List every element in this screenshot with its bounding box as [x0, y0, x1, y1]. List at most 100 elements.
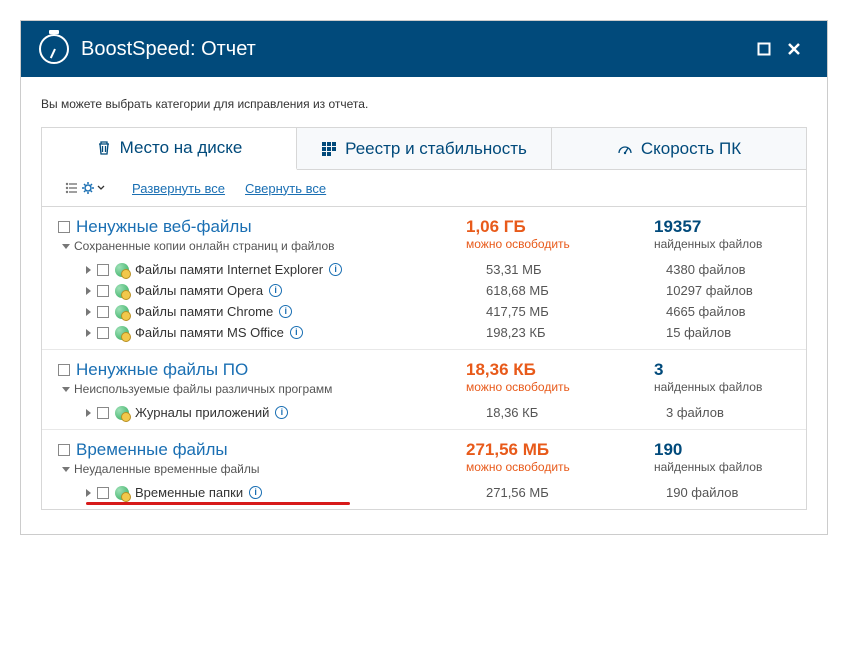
- tab-label: Скорость ПК: [641, 139, 741, 159]
- item-name: Файлы памяти Internet Explorer: [135, 262, 323, 277]
- item-checkbox[interactable]: [97, 285, 109, 297]
- tab-disk-space[interactable]: Место на диске: [42, 128, 297, 170]
- item-size: 53,31 МБ: [486, 262, 666, 277]
- info-icon[interactable]: i: [279, 305, 292, 318]
- item-count: 15 файлов: [666, 325, 790, 340]
- category-checkbox[interactable]: [58, 444, 70, 456]
- globe-icon: [115, 406, 129, 420]
- item-name: Временные папки: [135, 485, 243, 500]
- close-button[interactable]: [779, 34, 809, 64]
- info-icon[interactable]: i: [290, 326, 303, 339]
- expand-all-link[interactable]: Развернуть все: [132, 181, 225, 196]
- size-label: можно освободить: [466, 380, 646, 394]
- item-size: 618,68 МБ: [486, 283, 666, 298]
- item-checkbox[interactable]: [97, 306, 109, 318]
- maximize-icon: [757, 42, 771, 56]
- report-panel: Место на диске Реестр и стабильность Ско…: [41, 127, 807, 510]
- item-checkbox[interactable]: [97, 487, 109, 499]
- trash-icon: [96, 140, 112, 156]
- category-title[interactable]: Ненужные веб-файлы: [76, 217, 252, 237]
- category-title[interactable]: Временные файлы: [76, 440, 228, 460]
- category-items: Журналы приложений i 18,36 КБ3 файлов: [58, 402, 790, 423]
- list-icon: [65, 181, 79, 195]
- chevron-right-icon[interactable]: [86, 489, 91, 497]
- tab-speed[interactable]: Скорость ПК: [552, 128, 806, 169]
- category-items: Временные папки i 271,56 МБ190 файлов: [58, 482, 790, 503]
- category-title[interactable]: Ненужные файлы ПО: [76, 360, 248, 380]
- info-icon[interactable]: i: [249, 486, 262, 499]
- size-label: можно освободить: [466, 460, 646, 474]
- item-checkbox[interactable]: [97, 327, 109, 339]
- item-size: 198,23 КБ: [486, 325, 666, 340]
- count-label: найденных файлов: [654, 460, 790, 474]
- item-name: Журналы приложений: [135, 405, 269, 420]
- item-size: 271,56 МБ: [486, 485, 666, 500]
- maximize-button[interactable]: [749, 34, 779, 64]
- item-count: 4380 файлов: [666, 262, 790, 277]
- globe-icon: [115, 284, 129, 298]
- info-icon[interactable]: i: [275, 406, 288, 419]
- category-size: 271,56 МБ: [466, 440, 646, 460]
- globe-icon: [115, 263, 129, 277]
- item-size: 417,75 МБ: [486, 304, 666, 319]
- category-count: 19357: [654, 217, 790, 237]
- chevron-down-icon[interactable]: [62, 244, 70, 249]
- item-checkbox[interactable]: [97, 407, 109, 419]
- grid-icon: [321, 141, 337, 157]
- item-count: 4665 файлов: [666, 304, 790, 319]
- list-item: Файлы памяти Operai618,68 МБ10297 файлов: [58, 280, 790, 301]
- gauge-icon: [617, 141, 633, 157]
- categories-list: Ненужные веб-файлы Сохраненные копии онла…: [42, 207, 806, 509]
- tab-label: Реестр и стабильность: [345, 139, 527, 159]
- item-count: 190 файлов: [666, 485, 790, 500]
- category-checkbox[interactable]: [58, 364, 70, 376]
- category-count: 3: [654, 360, 790, 380]
- size-label: можно освободить: [466, 237, 646, 251]
- tab-bar: Место на диске Реестр и стабильность Ско…: [42, 128, 806, 170]
- tab-label: Место на диске: [120, 138, 243, 158]
- item-count: 3 файлов: [666, 405, 790, 420]
- globe-icon: [115, 486, 129, 500]
- stopwatch-icon: [39, 34, 69, 64]
- chevron-right-icon[interactable]: [86, 266, 91, 274]
- list-item: Журналы приложений i 18,36 КБ3 файлов: [58, 402, 790, 423]
- category-block: Ненужные файлы ПО Неиспользуемые файлы ра…: [42, 349, 806, 429]
- window-title: BoostSpeed: Отчет: [81, 38, 749, 61]
- app-window: BoostSpeed: Отчет Вы можете выбрать кате…: [20, 20, 828, 535]
- close-icon: [787, 42, 801, 56]
- tab-registry[interactable]: Реестр и стабильность: [297, 128, 552, 169]
- list-item: Файлы памяти Chromei417,75 МБ4665 файлов: [58, 301, 790, 322]
- info-icon[interactable]: i: [269, 284, 282, 297]
- category-checkbox[interactable]: [58, 221, 70, 233]
- chevron-right-icon[interactable]: [86, 308, 91, 316]
- count-label: найденных файлов: [654, 237, 790, 251]
- category-subtitle: Сохраненные копии онлайн страниц и файло…: [74, 239, 335, 253]
- globe-icon: [115, 305, 129, 319]
- collapse-all-link[interactable]: Свернуть все: [245, 181, 326, 196]
- category-size: 1,06 ГБ: [466, 217, 646, 237]
- chevron-right-icon[interactable]: [86, 287, 91, 295]
- list-item: Временные папки i 271,56 МБ190 файлов: [58, 482, 790, 503]
- chevron-down-icon[interactable]: [62, 467, 70, 472]
- chevron-right-icon[interactable]: [86, 329, 91, 337]
- category-subtitle: Неудаленные временные файлы: [74, 462, 259, 476]
- category-block: Ненужные веб-файлы Сохраненные копии онла…: [42, 207, 806, 349]
- chevron-down-icon: [97, 184, 105, 192]
- titlebar: BoostSpeed: Отчет: [21, 21, 827, 77]
- category-items: Файлы памяти Internet Exploreri53,31 МБ4…: [58, 259, 790, 343]
- item-size: 18,36 КБ: [486, 405, 666, 420]
- category-count: 190: [654, 440, 790, 460]
- gear-icon: [81, 181, 95, 195]
- globe-icon: [115, 326, 129, 340]
- category-subtitle: Неиспользуемые файлы различных программ: [74, 382, 332, 396]
- list-item: Файлы памяти MS Office i 198,23 КБ15 файло…: [58, 322, 790, 343]
- window-body: Вы можете выбрать категории для исправле…: [21, 77, 827, 534]
- chevron-right-icon[interactable]: [86, 409, 91, 417]
- options-dropdown[interactable]: [58, 178, 112, 198]
- chevron-down-icon[interactable]: [62, 387, 70, 392]
- category-size: 18,36 КБ: [466, 360, 646, 380]
- item-checkbox[interactable]: [97, 264, 109, 276]
- list-item: Файлы памяти Internet Explorer i 53,31 МБ4…: [58, 259, 790, 280]
- info-icon[interactable]: i: [329, 263, 342, 276]
- item-name: Файлы памяти MS Office: [135, 325, 284, 340]
